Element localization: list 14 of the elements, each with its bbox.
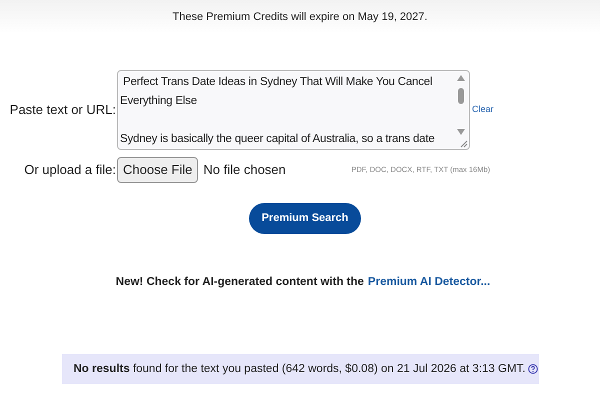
credits-notice: These Premium Credits will expire on May 19, 2027.	[172, 10, 428, 25]
help-icon[interactable]	[528, 363, 538, 376]
choose-file-button[interactable]: Choose File	[117, 157, 198, 183]
clear-link[interactable]: Clear	[472, 103, 494, 117]
ai-detector-link[interactable]: Premium AI Detector...	[368, 274, 490, 292]
resize-handle-icon[interactable]	[460, 140, 468, 148]
paste-label: Paste text or URL:	[10, 101, 116, 120]
upload-label: Or upload a file:	[24, 161, 116, 180]
promo-text: New! Check for AI-generated content with the	[116, 275, 364, 290]
premium-search-button[interactable]: Premium Search	[249, 203, 361, 234]
result-message: No results found for the text you pasted (642 words, $0.08) on 21 Jul 2026 at 3:13 GMT.	[74, 362, 526, 377]
scrollbar-icon[interactable]	[456, 74, 466, 136]
file-status: No file chosen	[203, 161, 287, 180]
text-area[interactable]: Perfect Trans Date Ideas in Sydney That Will Make You Cancel Everything Else Sydney is basically the queer capital of Australia, so a trans date	[117, 70, 470, 150]
